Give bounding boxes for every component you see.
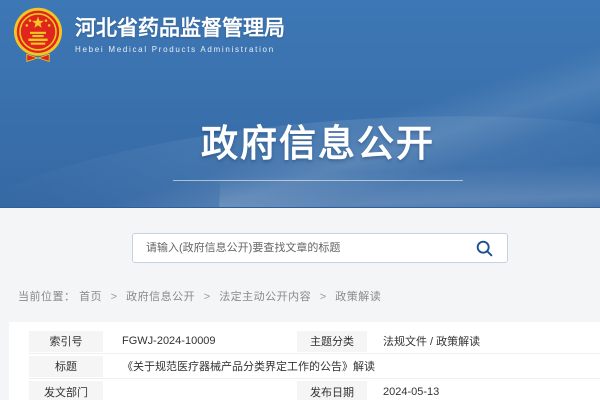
index-number-value: FGWJ-2024-10009	[103, 335, 297, 347]
search-input[interactable]	[133, 242, 469, 254]
topic-category-value: 法规文件 / 政策解读	[367, 333, 600, 349]
breadcrumb-separator: >	[320, 291, 327, 303]
site-logo[interactable]: 河北省药品监督管理局 Hebei Medical Products Admini…	[12, 7, 285, 63]
breadcrumb-item-policy-interpretation[interactable]: 政策解读	[335, 291, 381, 303]
table-row: 索引号 FGWJ-2024-10009 主题分类 法规文件 / 政策解读	[29, 329, 600, 354]
breadcrumb-item-info-disclosure[interactable]: 政府信息公开	[126, 291, 195, 303]
banner-underline	[173, 180, 463, 181]
topic-category-label: 主题分类	[297, 331, 367, 352]
breadcrumb-separator: >	[111, 291, 118, 303]
search-icon	[475, 239, 494, 258]
org-title-block: 河北省药品监督管理局 Hebei Medical Products Admini…	[75, 16, 285, 54]
org-name-english: Hebei Medical Products Administration	[75, 45, 285, 54]
org-name: 河北省药品监督管理局	[75, 16, 285, 42]
page: 河北省药品监督管理局 Hebei Medical Products Admini…	[0, 0, 600, 400]
table-row: 发文部门 发布日期 2024-05-13	[29, 379, 600, 400]
title-label: 标题	[29, 356, 103, 377]
banner: 政府信息公开	[18, 113, 600, 181]
breadcrumb-separator: >	[204, 291, 211, 303]
search-box	[132, 233, 508, 263]
index-number-label: 索引号	[29, 331, 103, 352]
banner-title: 政府信息公开	[18, 113, 600, 167]
table-row: 标题 《关于规范医疗器械产品分类界定工作的公告》解读	[29, 354, 600, 379]
issuing-dept-label: 发文部门	[29, 381, 103, 400]
search-button[interactable]	[469, 239, 507, 258]
article-info-card: 索引号 FGWJ-2024-10009 主题分类 法规文件 / 政策解读 标题 …	[9, 322, 600, 400]
national-emblem-icon	[12, 7, 64, 63]
breadcrumb: 当前位置： 首页 > 政府信息公开 > 法定主动公开内容 > 政策解读	[18, 288, 381, 304]
title-value: 《关于规范医疗器械产品分类界定工作的公告》解读	[103, 358, 600, 374]
breadcrumb-item-home[interactable]: 首页	[79, 291, 102, 303]
publish-date-label: 发布日期	[297, 381, 367, 400]
breadcrumb-prefix: 当前位置：	[18, 291, 76, 303]
publish-date-value: 2024-05-13	[367, 386, 600, 398]
breadcrumb-item-statutory-disclosure[interactable]: 法定主动公开内容	[219, 291, 311, 303]
site-header: 河北省药品监督管理局 Hebei Medical Products Admini…	[0, 0, 600, 208]
